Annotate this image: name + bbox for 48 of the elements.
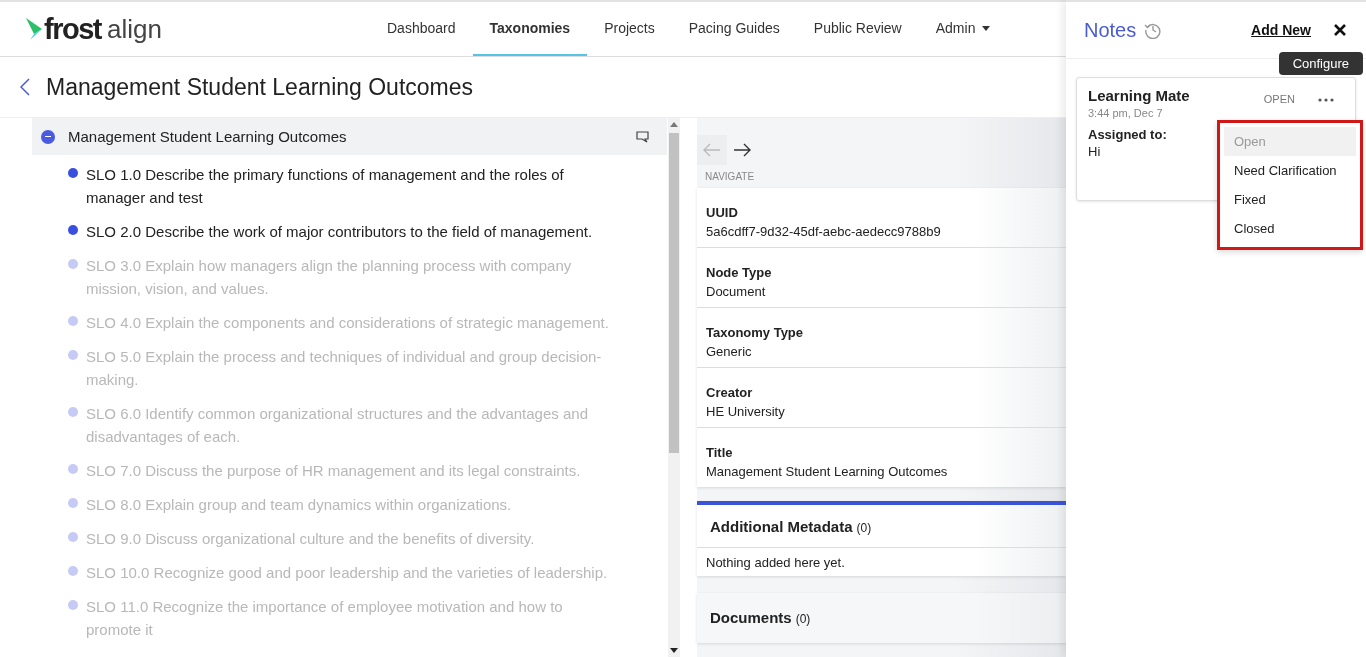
field-label: Creator xyxy=(706,384,754,402)
nav-tab[interactable]: Taxonomies xyxy=(472,2,588,56)
comment-icon[interactable] xyxy=(636,130,649,143)
nav-tab[interactable]: Dashboard xyxy=(370,2,473,56)
menu-item[interactable]: Closed xyxy=(1224,214,1356,243)
empty-text: Nothing added here yet. xyxy=(705,554,846,572)
field-value: 5a6cdff7-9d32-45df-aebc-aedecc9788b9 xyxy=(706,223,942,241)
assigned-label: Assigned to: xyxy=(1088,127,1168,142)
navigate-label: NAVIGATE xyxy=(705,171,756,182)
documents-card[interactable]: Documents (0) xyxy=(697,593,1066,643)
note-author: Learning Mate xyxy=(1088,87,1190,104)
collapse-icon[interactable] xyxy=(41,129,55,144)
field-value: Management Student Learning Outcomes xyxy=(706,463,949,481)
field-value: Document xyxy=(706,283,767,301)
note-time: 3:44 pm, Dec 7 xyxy=(1088,107,1164,119)
scrollbar[interactable] xyxy=(668,118,680,657)
count-label: (0) xyxy=(795,612,811,626)
field-label: UUID xyxy=(706,204,739,222)
logo-text: frost xyxy=(44,12,101,46)
close-icon[interactable] xyxy=(1334,24,1346,36)
menu-item[interactable]: Fixed xyxy=(1224,185,1356,214)
history-icon[interactable] xyxy=(1144,21,1163,39)
tree-item-label: Management Student Learning Outcomes xyxy=(68,128,348,145)
field-label: Node Type xyxy=(706,264,773,282)
count-label: (0) xyxy=(856,521,872,535)
assigned-value: Hi xyxy=(1088,144,1101,159)
page-title: Management Student Learning Outcomes xyxy=(46,73,474,101)
nav-tab[interactable]: Admin xyxy=(918,2,1008,56)
tree-root-row[interactable]: Management Student Learning Outcomes xyxy=(32,118,667,155)
field-value: HE University xyxy=(706,403,786,421)
more-icon[interactable] xyxy=(1318,98,1334,102)
section-title: Additional Metadata xyxy=(710,518,853,535)
nav-tab[interactable]: Public Review xyxy=(796,2,919,56)
add-new-link[interactable]: Add New xyxy=(1251,22,1311,38)
section-title: Documents xyxy=(710,609,792,626)
menu-item[interactable]: Need Clarification xyxy=(1224,156,1356,185)
status-label: OPEN xyxy=(1263,93,1295,105)
field-value: Generic xyxy=(706,343,753,361)
panel-title: Notes xyxy=(1084,18,1137,42)
field-label: Taxonomy Type xyxy=(706,324,805,342)
tree-item-label[interactable]: SLO 2.0 Describe the work of major contributors to the field of management. xyxy=(86,220,616,243)
logo-text: align xyxy=(106,13,162,45)
nav-tab[interactable]: Pacing Guides xyxy=(671,2,797,56)
tree-item-label[interactable]: SLO 1.0 Describe the primary functions of management and the roles of manager and test xyxy=(86,163,616,209)
tooltip: Configure xyxy=(1278,52,1363,75)
field-label: Title xyxy=(706,444,734,462)
nav-tab[interactable]: Projects xyxy=(587,2,672,56)
back-icon[interactable] xyxy=(20,78,30,96)
